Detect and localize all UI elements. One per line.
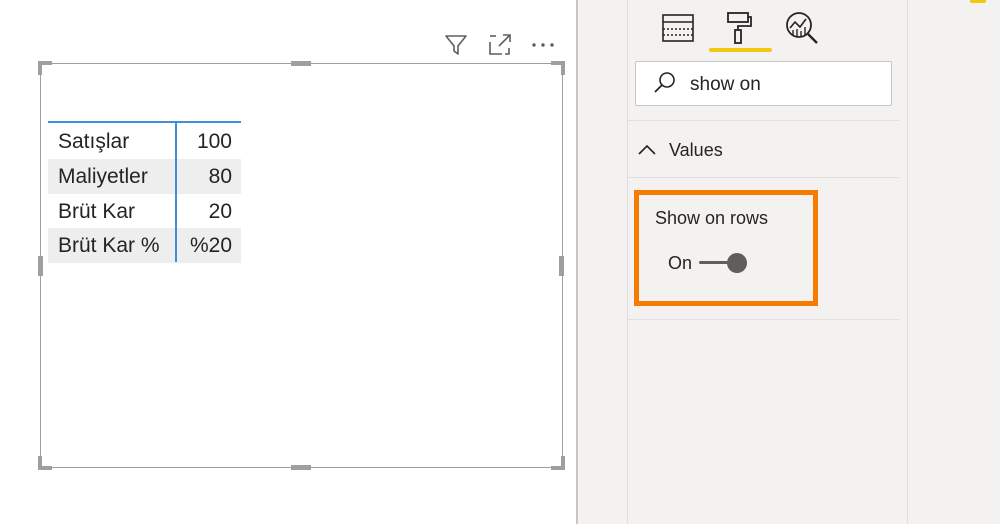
row-label: Satışlar [58, 129, 130, 153]
fields-pane-collapsed [908, 0, 1000, 524]
row-value: 100 [196, 129, 232, 153]
active-tab-indicator [709, 48, 772, 52]
values-section-label: Values [669, 140, 723, 160]
more-options-icon[interactable] [530, 32, 556, 58]
tab-format[interactable] [718, 8, 758, 48]
row-label: Maliyetler [58, 164, 148, 188]
divider [628, 177, 899, 178]
row-value: 20 [208, 199, 232, 223]
resize-handle[interactable] [291, 465, 311, 470]
tab-analytics[interactable] [782, 8, 822, 48]
search-icon [652, 70, 678, 96]
focus-mode-icon[interactable] [487, 32, 513, 58]
show-on-rows-toggle[interactable] [699, 251, 749, 275]
table-row: Brüt Kar % %20 [48, 228, 241, 263]
toggle-state-label: On [668, 253, 693, 273]
values-section-header[interactable]: Values [636, 137, 886, 165]
table-row: Satışlar 100 [48, 124, 241, 159]
resize-handle[interactable] [291, 61, 311, 66]
filter-icon[interactable] [443, 32, 469, 58]
resize-handle[interactable] [559, 256, 564, 276]
resize-handle[interactable] [561, 61, 565, 75]
toggle-knob[interactable] [727, 253, 747, 273]
resize-handle[interactable] [38, 61, 42, 75]
table-header-line [48, 121, 241, 123]
pane-accent-tab[interactable] [970, 0, 986, 3]
divider [628, 120, 899, 121]
table-column-divider [175, 123, 177, 262]
divider [628, 319, 899, 320]
chevron-up-icon [638, 144, 656, 155]
show-on-rows-label: Show on rows [655, 208, 769, 228]
resize-handle[interactable] [38, 256, 43, 276]
resize-handle[interactable] [561, 456, 565, 470]
tab-fields[interactable] [658, 8, 698, 48]
search-input[interactable] [690, 73, 880, 97]
resize-handle[interactable] [38, 456, 42, 470]
row-label: Brüt Kar [58, 199, 136, 223]
row-label: Brüt Kar % [58, 233, 160, 257]
table-row: Brüt Kar 20 [48, 194, 241, 229]
row-value: 80 [208, 164, 232, 188]
table-row: Maliyetler 80 [48, 159, 241, 194]
analytics-icon [786, 12, 818, 44]
fields-icon [662, 14, 694, 42]
format-paint-roller-icon [727, 12, 752, 44]
row-value: %20 [189, 233, 232, 257]
